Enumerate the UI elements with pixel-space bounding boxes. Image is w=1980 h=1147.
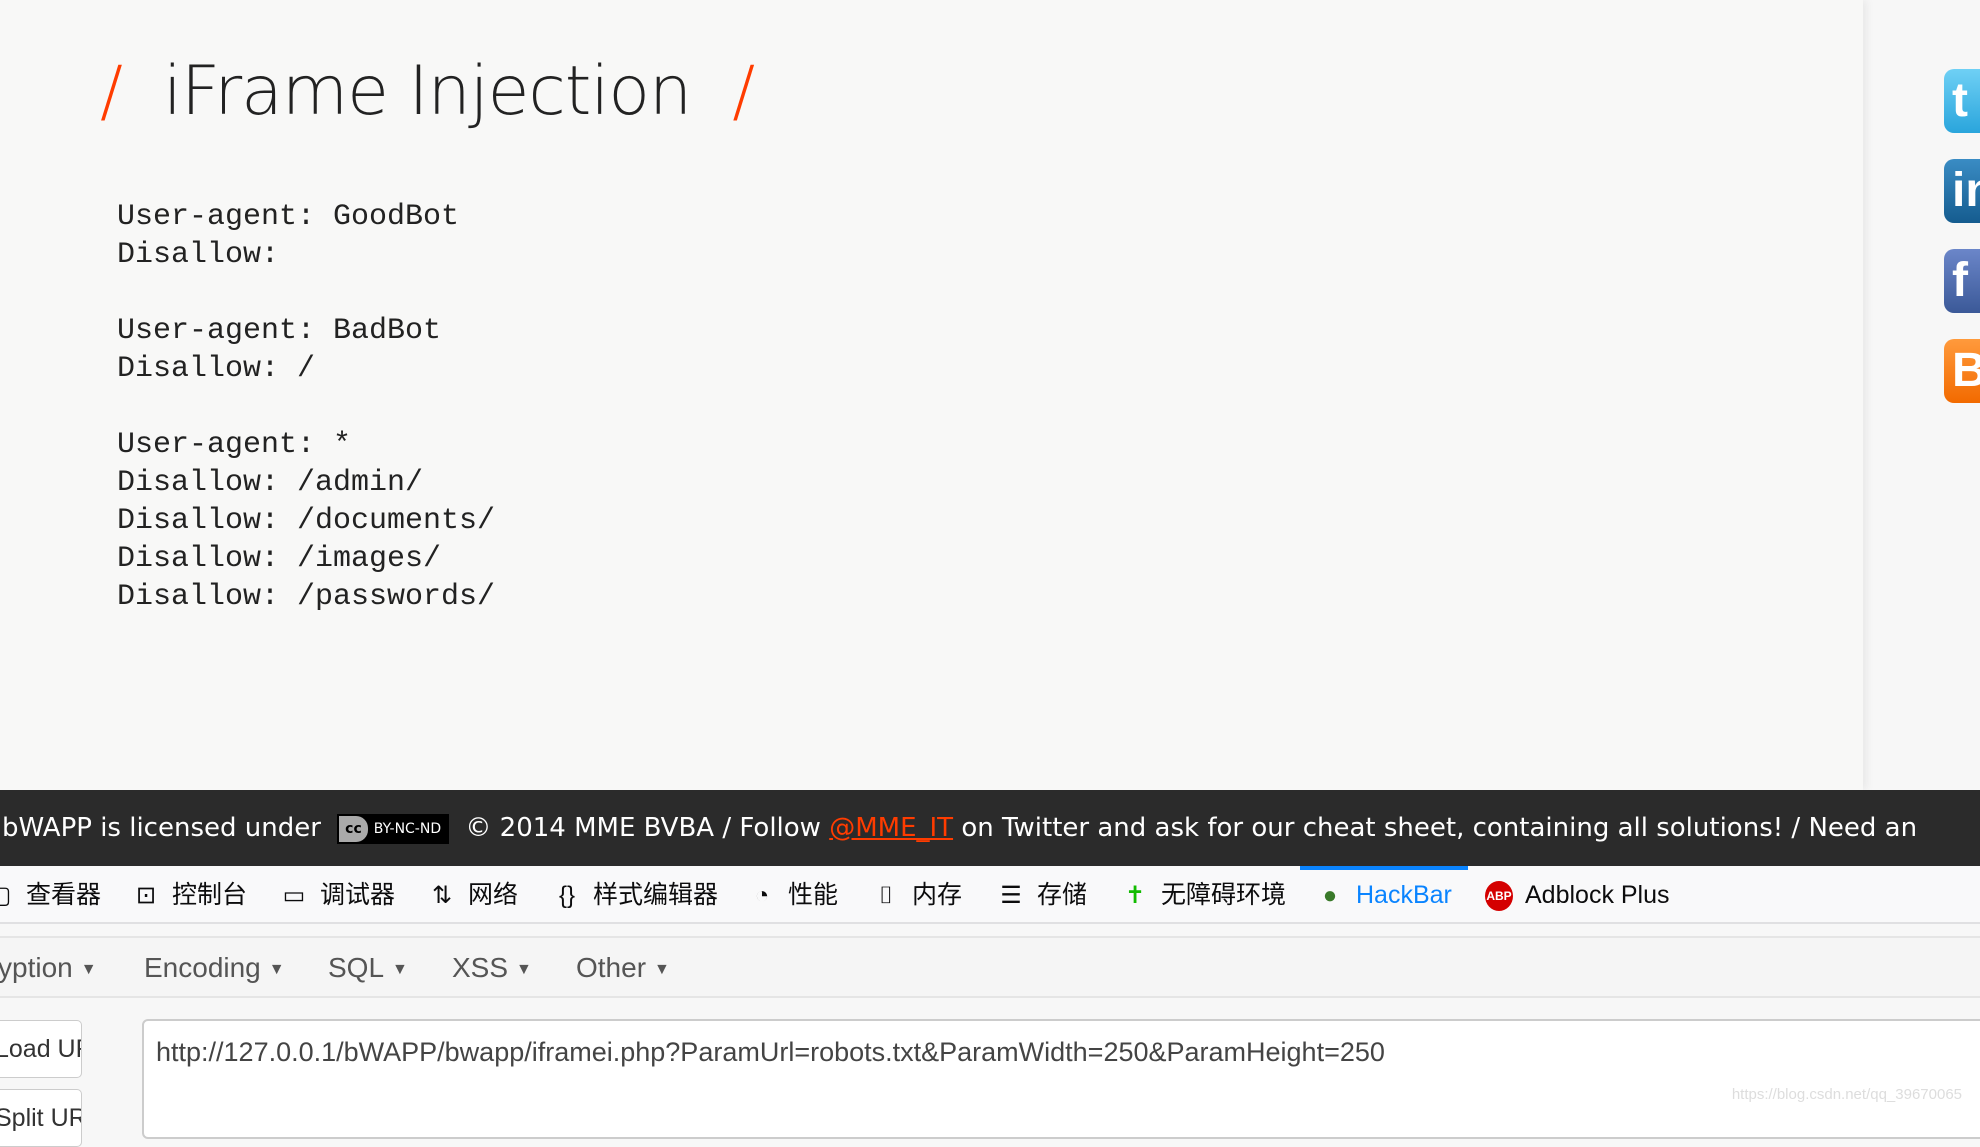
cc-logo: cc xyxy=(339,815,368,842)
tab-accessibility[interactable]: ✝ 无障碍环境 xyxy=(1121,866,1286,922)
url-textarea[interactable]: http://127.0.0.1/bWAPP/bwapp/iframei.php… xyxy=(142,1019,1980,1139)
robots-line: User-agent: GoodBot xyxy=(117,200,460,234)
tab-console[interactable]: ⊡ 控制台 xyxy=(132,866,247,922)
tab-network[interactable]: ⇅ 网络 xyxy=(428,866,518,922)
console-icon: ⊡ xyxy=(135,882,157,909)
page-title: / iFrame Injection / xyxy=(100,52,755,131)
robots-line: Disallow: /admin/ xyxy=(117,466,424,500)
tab-inspector[interactable]: ▢查看器 xyxy=(0,866,101,922)
tab-performance[interactable]: ◔ 性能 xyxy=(748,866,838,922)
robots-line: Disallow: /images/ xyxy=(117,542,442,576)
network-icon: ⇅ xyxy=(431,882,453,909)
hackbar-menu: yption ▼ Encoding ▼ SQL ▼ XSS ▼ Other ▼ xyxy=(0,936,1980,998)
robots-line xyxy=(117,274,495,312)
caret-down-icon: ▼ xyxy=(268,960,285,978)
tab-hackbar[interactable]: ● HackBar xyxy=(1300,866,1468,922)
devtools-tabbar: ▢查看器 ⊡控制台 ▭调试器 ⇅网络 {}样式编辑器 ◔性能 ⌷内存 ☰存储 ✝… xyxy=(0,866,1980,924)
caret-down-icon: ▼ xyxy=(654,960,670,978)
split-url-button[interactable]: Split URL xyxy=(0,1089,82,1147)
menu-sql[interactable]: SQL ▼ xyxy=(328,938,408,1000)
hackbar-icon: ● xyxy=(1322,882,1338,909)
caret-down-icon: ▼ xyxy=(80,960,97,978)
abp-icon: ABP xyxy=(1485,881,1513,912)
caret-down-icon: ▼ xyxy=(516,960,532,978)
robots-line: Disallow: xyxy=(117,238,280,272)
tab-storage[interactable]: ☰ 存储 xyxy=(997,866,1087,922)
accessibility-icon: ✝ xyxy=(1124,882,1146,909)
tab-adblock-plus[interactable]: ABP Adblock Plus xyxy=(1485,866,1670,922)
inspector-icon: ▢ xyxy=(0,867,14,925)
facebook-icon[interactable]: f xyxy=(1944,249,1980,313)
robots-line: Disallow: /documents/ xyxy=(117,504,496,538)
robots-txt-content: User-agent: GoodBot Disallow: User-agent: … xyxy=(117,198,495,616)
storage-icon: ☰ xyxy=(1000,882,1022,909)
memory-chip-icon: ⌷ xyxy=(878,882,894,909)
menu-xss[interactable]: XSS ▼ xyxy=(452,938,532,1000)
footer: bWAPP is licensed under cc BY-NC-ND © 201… xyxy=(0,790,1980,866)
caret-down-icon: ▼ xyxy=(392,960,408,978)
twitter-icon[interactable]: t xyxy=(1944,69,1980,133)
page-content: / iFrame Injection / User-agent: GoodBot… xyxy=(0,0,1863,790)
braces-icon: {} xyxy=(558,882,576,909)
menu-encoding[interactable]: Encoding ▼ xyxy=(144,938,285,1000)
cc-license-badge[interactable]: cc BY-NC-ND xyxy=(337,813,450,844)
blogger-icon[interactable]: B xyxy=(1944,339,1980,403)
tab-memory[interactable]: ⌷ 内存 xyxy=(872,866,962,922)
twitter-link[interactable]: @MME_IT xyxy=(829,813,953,843)
robots-line: User-agent: * xyxy=(117,428,352,462)
debugger-icon: ▭ xyxy=(282,882,306,909)
robots-line: User-agent: BadBot xyxy=(117,314,442,348)
menu-encryption[interactable]: yption ▼ xyxy=(0,938,97,1000)
watermark: https://blog.csdn.net/qq_39670065 xyxy=(1731,1086,1962,1103)
robots-line xyxy=(117,388,495,426)
gauge-icon: ◔ xyxy=(754,882,770,909)
tab-debugger[interactable]: ▭ 调试器 xyxy=(280,866,395,922)
robots-line: Disallow: /passwords/ xyxy=(117,580,496,614)
robots-line: Disallow: / xyxy=(117,352,316,386)
menu-other[interactable]: Other ▼ xyxy=(576,938,670,1000)
load-url-button[interactable]: Load URL xyxy=(0,1020,82,1078)
linkedin-icon[interactable]: in xyxy=(1944,159,1980,223)
tab-style-editor[interactable]: {} 样式编辑器 xyxy=(553,866,718,922)
